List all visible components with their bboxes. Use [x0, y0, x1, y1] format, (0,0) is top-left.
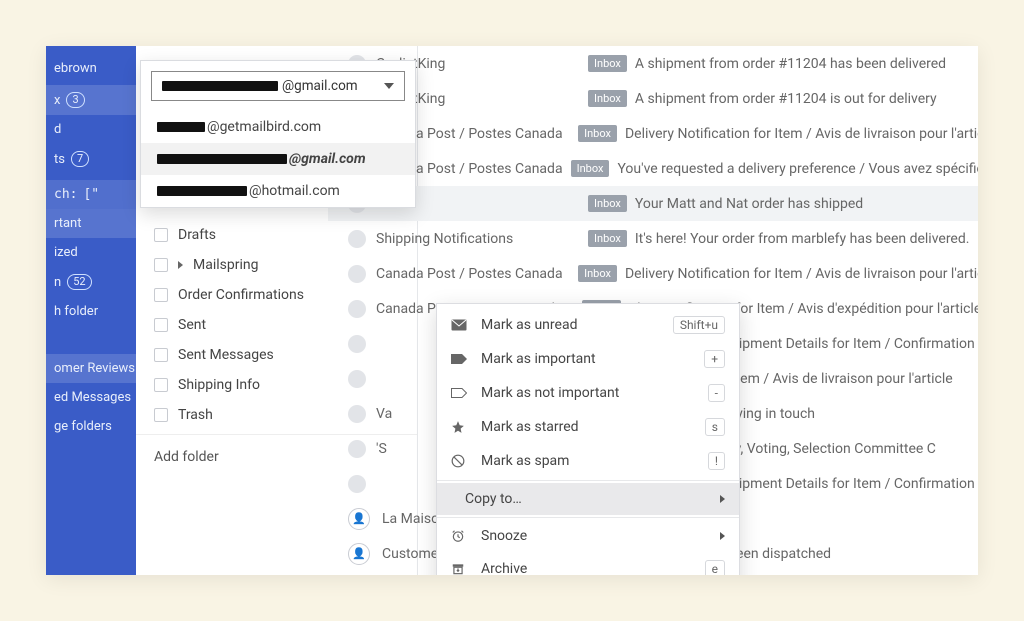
mail-row[interactable]: Inbox Your Matt and Nat order has shipped [328, 186, 978, 221]
avatar: 👤 [348, 543, 370, 565]
ban-icon [451, 454, 469, 468]
mail-row[interactable]: CyclistKingInboxA shipment from order #1… [328, 81, 978, 116]
mark-important[interactable]: Mark as important+ [437, 342, 739, 376]
mark-not-important[interactable]: Mark as not important- [437, 376, 739, 410]
avatar [348, 475, 366, 493]
inbox-tag: Inbox [578, 125, 617, 142]
sender: Shipping Notifications [376, 231, 588, 247]
archive-icon [451, 562, 469, 575]
avatar [348, 230, 366, 248]
chevron-right-icon [720, 495, 725, 503]
label-icon [451, 354, 469, 364]
separator [437, 480, 739, 481]
subject: Delivery Notification for Item / Avis de… [625, 266, 978, 282]
email-client-window: ebrown x3 d ts7 ch:[" rtant ized n52 h f… [46, 46, 978, 575]
inbox-tag: Inbox [578, 265, 617, 282]
avatar [348, 370, 366, 388]
nav-important[interactable]: rtant [46, 209, 136, 238]
subject: It's here! Your order from marblefy has … [635, 231, 970, 247]
account-selected[interactable]: @gmail.com [151, 71, 405, 101]
nav-manage-folders[interactable]: ge folders [46, 412, 136, 441]
redacted-text [157, 186, 247, 196]
avatar: 👤 [348, 508, 370, 530]
context-menu: Mark as unreadShift+u Mark as important+… [436, 303, 740, 575]
mark-unread[interactable]: Mark as unreadShift+u [437, 308, 739, 342]
chevron-down-icon [384, 83, 394, 89]
inbox-tag: Inbox [571, 160, 610, 177]
redacted-text [162, 81, 278, 91]
mail-row[interactable]: Canada Post / Postes CanadaInbox Delivery… [328, 256, 978, 291]
mail-row[interactable]: CyclistKingInboxA shipment from order #1… [328, 46, 978, 81]
mail-row[interactable]: Canada Post / Postes CanadaInboxDelivery… [328, 116, 978, 151]
copy-to[interactable]: Copy to… [437, 483, 739, 515]
nav-rail: ebrown x3 d ts7 ch:[" rtant ized n52 h f… [46, 46, 136, 575]
label-outline-icon [451, 388, 469, 398]
subject: Delivery Notification for Item / Avis de… [625, 126, 978, 142]
clock-icon [451, 529, 469, 543]
nav-inbox[interactable]: x3 [46, 85, 136, 115]
redacted-text [157, 154, 287, 164]
chevron-right-icon [720, 532, 725, 540]
nav-drafts[interactable]: ts7 [46, 144, 136, 174]
mail-row[interactable]: Canada Post / Postes CanadaInboxYou've r… [328, 151, 978, 186]
nav-categorized[interactable]: ized [46, 238, 136, 267]
nav-messages[interactable]: ed Messages [46, 383, 136, 412]
mark-starred[interactable]: Mark as starreds [437, 410, 739, 444]
nav-search-folder[interactable]: h folder [46, 297, 136, 326]
subject: You've requested a delivery preference /… [617, 161, 978, 177]
chevron-right-icon [178, 261, 183, 269]
account-option[interactable]: @getmailbird.com [141, 111, 415, 143]
subject: A shipment from order #11204 has been de… [635, 56, 946, 72]
account-option[interactable]: @hotmail.com [141, 175, 415, 207]
redacted-text [157, 122, 205, 132]
mark-spam[interactable]: Mark as spam! [437, 444, 739, 478]
nav-item[interactable]: d [46, 115, 136, 144]
avatar [348, 440, 366, 458]
inbox-tag: Inbox [588, 195, 627, 212]
subject: A shipment from order #11204 is out for … [635, 91, 937, 107]
nav-n[interactable]: n52 [46, 267, 136, 297]
avatar [348, 335, 366, 353]
separator [437, 517, 739, 518]
inbox-tag: Inbox [588, 55, 627, 72]
envelope-icon [451, 319, 469, 331]
nav-account[interactable]: ebrown [46, 54, 136, 83]
subject: Your Matt and Nat order has shipped [635, 196, 863, 212]
avatar [348, 405, 366, 423]
account-option-current[interactable]: @gmail.com [141, 143, 415, 175]
inbox-tag: Inbox [588, 230, 627, 247]
archive[interactable]: Archivee [437, 552, 739, 575]
avatar [348, 300, 366, 318]
avatar [348, 265, 366, 283]
inbox-tag: Inbox [588, 90, 627, 107]
sender: Canada Post / Postes Canada [376, 266, 578, 282]
nav-reviews[interactable]: omer Reviews and Feedback [46, 354, 136, 383]
mail-row[interactable]: Shipping NotificationsInbox It's here! Yo… [328, 221, 978, 256]
nav-search[interactable]: ch:[" [46, 180, 136, 209]
star-icon [451, 420, 469, 434]
snooze[interactable]: Snooze [437, 520, 739, 552]
account-dropdown: @gmail.com @getmailbird.com @gmail.com @… [140, 60, 416, 208]
